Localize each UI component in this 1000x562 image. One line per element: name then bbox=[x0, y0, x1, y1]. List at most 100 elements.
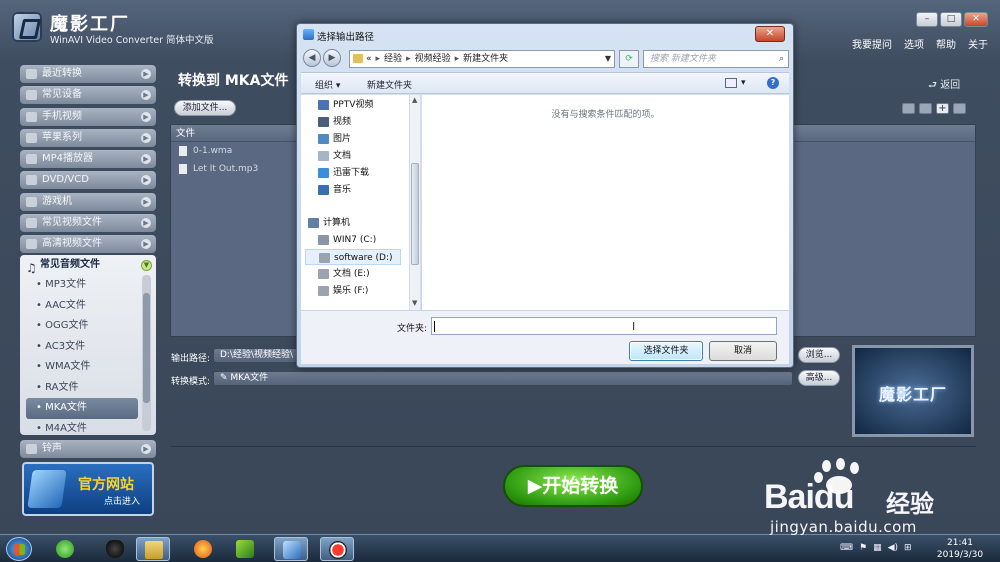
tree-item-music[interactable]: 音乐 bbox=[317, 182, 351, 198]
tree-item-pictures[interactable]: 图片 bbox=[317, 131, 351, 147]
scrollbar-thumb[interactable] bbox=[143, 293, 150, 403]
format-item-ac3[interactable]: • AC3文件 bbox=[20, 337, 156, 358]
ime-icon[interactable]: ⊞ bbox=[904, 543, 912, 553]
banner-subtitle: 点击进入 bbox=[104, 497, 141, 507]
tree-item-drive-c[interactable]: WIN7 (C:) bbox=[317, 232, 376, 248]
clear-icon[interactable] bbox=[919, 103, 932, 114]
start-convert-button[interactable]: ▶开始转换 bbox=[503, 465, 643, 507]
preview-panel: 魔影工厂 bbox=[852, 345, 974, 437]
maximize-button[interactable]: □ bbox=[940, 12, 962, 27]
browse-button[interactable]: 浏览... bbox=[798, 347, 840, 363]
tree-item-drive-f[interactable]: 娱乐 (F:) bbox=[317, 283, 368, 299]
sidebar-item-apple[interactable]: 苹果系列 ▶ bbox=[20, 128, 156, 147]
breadcrumb-overflow[interactable]: « bbox=[366, 54, 372, 64]
mode-select[interactable]: ✎ MKA文件 bbox=[213, 371, 793, 386]
format-item-ra[interactable]: • RA文件 bbox=[20, 378, 156, 399]
organize-button[interactable]: 组织 ▾ bbox=[315, 78, 340, 91]
search-input[interactable]: 搜索 新建文件夹 ⌕ bbox=[643, 50, 789, 68]
breadcrumb-item[interactable]: 新建文件夹 bbox=[463, 54, 508, 64]
cancel-button[interactable]: 取消 bbox=[709, 341, 777, 361]
add-file-button[interactable]: 添加文件... bbox=[174, 100, 236, 116]
volume-icon[interactable]: ◀) bbox=[888, 543, 898, 553]
format-item-aac[interactable]: • AAC文件 bbox=[20, 296, 156, 317]
network-icon[interactable]: ▦ bbox=[873, 543, 882, 553]
sidebar-item-console[interactable]: 游戏机 ▶ bbox=[20, 192, 156, 211]
advanced-button[interactable]: 高级... bbox=[798, 370, 840, 386]
tree-item-pptv[interactable]: PPTV视频 bbox=[317, 97, 374, 113]
sidebar-item-mp4[interactable]: MP4播放器 ▶ bbox=[20, 150, 156, 169]
qq-penguin-icon bbox=[106, 540, 124, 558]
plus-icon[interactable]: + bbox=[936, 103, 949, 114]
taskbar-app-explorer[interactable] bbox=[136, 537, 170, 561]
format-item-m4a[interactable]: • M4A文件 bbox=[20, 419, 156, 440]
sidebar-item-label: 常见设备 bbox=[42, 89, 82, 101]
sidebar-item-hd[interactable]: 高清视频文件 ▶ bbox=[20, 235, 156, 254]
sidebar-item-dvd[interactable]: DVD/VCD ▶ bbox=[20, 171, 156, 190]
drive-icon bbox=[318, 286, 329, 296]
dialog-footer: 文件夹: I 选择文件夹 取消 bbox=[301, 311, 789, 364]
menu-about[interactable]: 关于 bbox=[968, 36, 988, 51]
forward-arrow-icon[interactable]: ▶ bbox=[323, 49, 341, 67]
view-options-icon[interactable] bbox=[725, 78, 737, 88]
tree-item-label: 图片 bbox=[333, 134, 352, 144]
select-folder-button[interactable]: 选择文件夹 bbox=[629, 341, 703, 361]
tree-item-drive-d[interactable]: software (D:) bbox=[305, 249, 401, 265]
flag-icon[interactable]: ⚑ bbox=[859, 543, 867, 553]
tree-item-computer[interactable]: 计算机 bbox=[307, 215, 350, 231]
sidebar-item-video[interactable]: 常见视频文件 ▶ bbox=[20, 214, 156, 233]
minimize-button[interactable]: – bbox=[916, 12, 938, 27]
new-folder-button[interactable]: 新建文件夹 bbox=[367, 78, 412, 91]
taskbar-app-firefox[interactable] bbox=[186, 537, 220, 561]
system-clock[interactable]: 21:41 2019/3/30 bbox=[930, 537, 990, 561]
close-button[interactable]: ✕ bbox=[964, 12, 988, 27]
format-item-ogg[interactable]: • OGG文件 bbox=[20, 316, 156, 337]
firefox-icon bbox=[194, 540, 212, 558]
address-bar[interactable]: «▸ 经验 ▸ 视频经验 ▸ 新建文件夹 ▼ bbox=[349, 50, 615, 68]
menu-help[interactable]: 帮助 bbox=[936, 36, 956, 51]
tree-scrollbar[interactable]: ▲ ▼ bbox=[409, 95, 420, 310]
sidebar-item-label: MP4播放器 bbox=[42, 153, 94, 165]
scroll-up-icon[interactable]: ▲ bbox=[412, 96, 417, 104]
sidebar-item-ringtone[interactable]: 铃声 ▶ bbox=[20, 440, 156, 458]
chevron-down-icon[interactable]: ▼ bbox=[141, 260, 152, 271]
audio-group-header[interactable]: ♫ 常见音频文件 ▼ bbox=[20, 255, 156, 275]
taskbar-app-video[interactable] bbox=[228, 537, 262, 561]
format-item-mp3[interactable]: • MP3文件 bbox=[20, 275, 156, 296]
taskbar-app-qq[interactable] bbox=[98, 537, 132, 561]
settings-icon[interactable] bbox=[953, 103, 966, 114]
format-item-mka[interactable]: • MKA文件 bbox=[26, 398, 138, 419]
dialog-close-button[interactable]: ✕ bbox=[755, 26, 785, 42]
scroll-down-icon[interactable]: ▼ bbox=[412, 299, 417, 307]
format-item-wma[interactable]: • WMA文件 bbox=[20, 357, 156, 378]
tree-item-xunlei[interactable]: 迅雷下载 bbox=[317, 165, 369, 181]
breadcrumb-item[interactable]: 视频经验 bbox=[415, 54, 451, 64]
tree-item-documents[interactable]: 文档 bbox=[317, 148, 351, 164]
dialog-titlebar[interactable]: 选择输出路径 ✕ bbox=[297, 24, 793, 46]
chevron-down-icon[interactable]: ▼ bbox=[605, 51, 611, 67]
official-site-banner[interactable]: 官方网站 点击进入 bbox=[22, 462, 154, 516]
sidebar-item-devices[interactable]: 常见设备 ▶ bbox=[20, 86, 156, 105]
menu-ask[interactable]: 我要提问 bbox=[852, 36, 892, 51]
scrollbar-thumb[interactable] bbox=[411, 163, 419, 265]
breadcrumb-item[interactable]: 经验 bbox=[384, 54, 402, 64]
clock-date: 2019/3/30 bbox=[936, 550, 984, 560]
remove-icon[interactable] bbox=[902, 103, 915, 114]
sidebar-item-mobile[interactable]: 手机视频 ▶ bbox=[20, 107, 156, 126]
keyboard-icon[interactable]: ⌨ bbox=[840, 543, 853, 553]
menu-options[interactable]: 选项 bbox=[904, 36, 924, 51]
tree-item-drive-e[interactable]: 文档 (E:) bbox=[317, 266, 370, 282]
back-button[interactable]: ⮐ 返回 bbox=[928, 76, 960, 95]
back-arrow-icon[interactable]: ◀ bbox=[303, 49, 321, 67]
format-label: AC3文件 bbox=[45, 340, 86, 352]
taskbar-app-360[interactable] bbox=[48, 537, 82, 561]
format-scrollbar[interactable] bbox=[142, 275, 151, 431]
start-menu-icon[interactable] bbox=[6, 537, 32, 561]
folder-name-input[interactable]: I bbox=[431, 317, 777, 335]
taskbar-app-recorder[interactable] bbox=[320, 537, 354, 561]
tree-item-videos[interactable]: 视频 bbox=[317, 114, 351, 130]
refresh-icon[interactable]: ⟳ bbox=[619, 50, 639, 68]
help-icon[interactable]: ? bbox=[767, 77, 779, 89]
chevron-down-icon[interactable]: ▾ bbox=[741, 78, 746, 88]
sidebar-item-recent[interactable]: 最近转换 ▶ bbox=[20, 65, 156, 83]
taskbar-app-winavi[interactable] bbox=[274, 537, 308, 561]
